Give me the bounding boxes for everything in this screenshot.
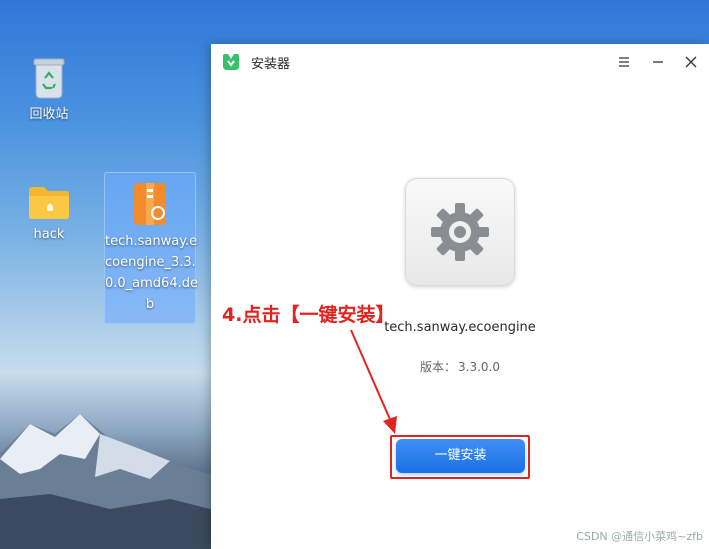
desktop-item-label: hack [33, 227, 65, 242]
menu-button[interactable] [614, 52, 634, 72]
desktop-wallpaper-mountain [0, 414, 230, 549]
desktop-item-trash[interactable]: 回收站 [4, 56, 94, 125]
trash-icon [33, 58, 65, 99]
version-value: 3.3.0.0 [458, 360, 500, 374]
close-button[interactable] [681, 52, 701, 72]
desktop-item-hack-folder[interactable]: hack [4, 184, 94, 245]
desktop-item-label-line: 0.0_amd64.de [105, 276, 198, 291]
folder-icon [29, 187, 69, 219]
minimize-icon [653, 61, 663, 63]
gear-icon [431, 203, 489, 261]
one-click-install-button[interactable]: 一键安装 [396, 439, 525, 473]
desktop-item-label-line: b [145, 297, 155, 312]
desktop-item-deb-package[interactable]: tech.sanway.e coengine_3.3. 0.0_amd64.de… [104, 172, 198, 324]
installer-window: 安装器 tech.sanway.ecoengine 版本： 3.3.0.0 一键… [211, 44, 709, 549]
installer-icon [223, 54, 239, 70]
desktop-item-label-line: tech.sanway.e [105, 234, 198, 249]
window-title: 安装器 [251, 57, 291, 72]
title-bar[interactable]: 安装器 [211, 44, 709, 80]
desktop-item-label-line: coengine_3.3. [105, 255, 196, 270]
package-icon-tile [405, 178, 515, 286]
close-icon [685, 56, 697, 68]
package-icon [134, 183, 166, 225]
package-version: 版本： 3.3.0.0 [211, 358, 709, 375]
desktop-item-label: 回收站 [29, 107, 69, 122]
menu-icon [619, 57, 629, 67]
watermark-text: CSDN @通信小菜鸡~zfb [576, 530, 703, 543]
annotation-text: 4.点击【一键安装】 [222, 304, 395, 326]
minimize-button[interactable] [648, 52, 668, 72]
version-label: 版本： [420, 360, 457, 374]
